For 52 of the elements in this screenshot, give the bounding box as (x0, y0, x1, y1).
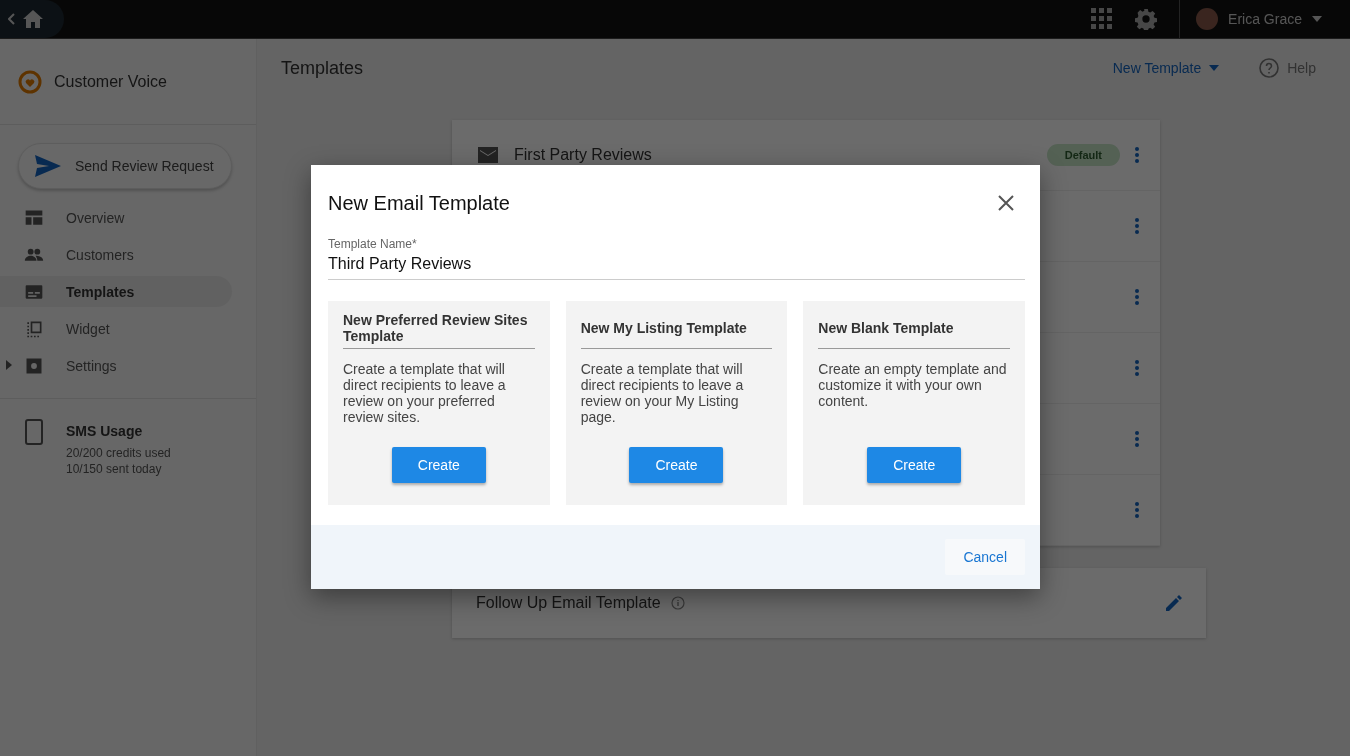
option-title: New My Listing Template (580, 312, 773, 349)
settings-icon[interactable] (1135, 8, 1158, 30)
nav-item[interactable]: Widget (0, 313, 232, 344)
more-options-icon[interactable] (1134, 430, 1140, 448)
more-options-icon[interactable] (1134, 217, 1140, 235)
home-button[interactable] (0, 0, 64, 38)
more-options-icon[interactable] (1134, 146, 1140, 164)
heart-logo-icon (18, 69, 42, 94)
caret-icon (1209, 65, 1220, 71)
send-icon (35, 155, 61, 177)
sms-usage-line: 20/200 credits used (66, 445, 171, 461)
user-menu[interactable]: Erica Grace (1179, 0, 1350, 38)
dialog-title: New Email Template (328, 191, 511, 215)
sms-usage-line: 10/150 sent today (66, 461, 163, 477)
nav-item[interactable]: Customers (0, 239, 232, 270)
phone-icon (24, 419, 44, 445)
template-title: First Party Reviews (514, 146, 652, 164)
page-title: Templates (281, 57, 364, 79)
template-name-field[interactable]: Third Party Reviews (328, 251, 1025, 273)
option-description: Create a template that will direct recipients to leave a review on your preferred review sites. (343, 361, 507, 425)
nav-item[interactable]: Templates (0, 276, 232, 307)
more-options-icon[interactable] (1134, 359, 1140, 377)
send-review-request-button[interactable]: Send Review Request (18, 143, 232, 189)
home-icon (22, 9, 44, 29)
create-button[interactable]: Create (629, 447, 724, 483)
close-icon (998, 195, 1014, 211)
edit-pencil-icon[interactable] (1164, 593, 1184, 613)
sms-usage-title: SMS Usage (66, 423, 144, 439)
create-button[interactable]: Create (391, 447, 486, 483)
field-label: Template Name* (328, 237, 418, 251)
option-description: Create an empty template and customize it with your own content. (818, 361, 1008, 411)
info-icon (670, 596, 685, 610)
default-badge: Default (1046, 144, 1120, 166)
create-button[interactable]: Create (867, 447, 962, 483)
avatar (1196, 8, 1219, 30)
follow-up-title: Follow Up Email Template (476, 594, 661, 612)
expand-arrow-icon[interactable] (6, 360, 12, 370)
caret-icon (1312, 16, 1322, 22)
nav-item[interactable]: Settings (0, 350, 232, 381)
more-options-icon[interactable] (1134, 288, 1140, 306)
cancel-button[interactable]: Cancel (945, 539, 1025, 575)
mail-icon (478, 147, 498, 163)
option-description: Create a template that will direct recipients to leave a review on your My Listing page. (580, 361, 745, 425)
more-options-icon[interactable] (1134, 501, 1140, 519)
app-name: Customer Voice (54, 72, 167, 91)
option-title: New Preferred Review Sites Template (343, 312, 535, 349)
new-template-button[interactable]: New Template (1106, 59, 1226, 77)
option-title: New Blank Template (818, 312, 1010, 349)
back-icon (8, 13, 16, 25)
help-icon (1259, 58, 1280, 78)
nav-item[interactable]: Overview (0, 202, 232, 233)
apps-grid-icon[interactable] (1091, 8, 1114, 30)
